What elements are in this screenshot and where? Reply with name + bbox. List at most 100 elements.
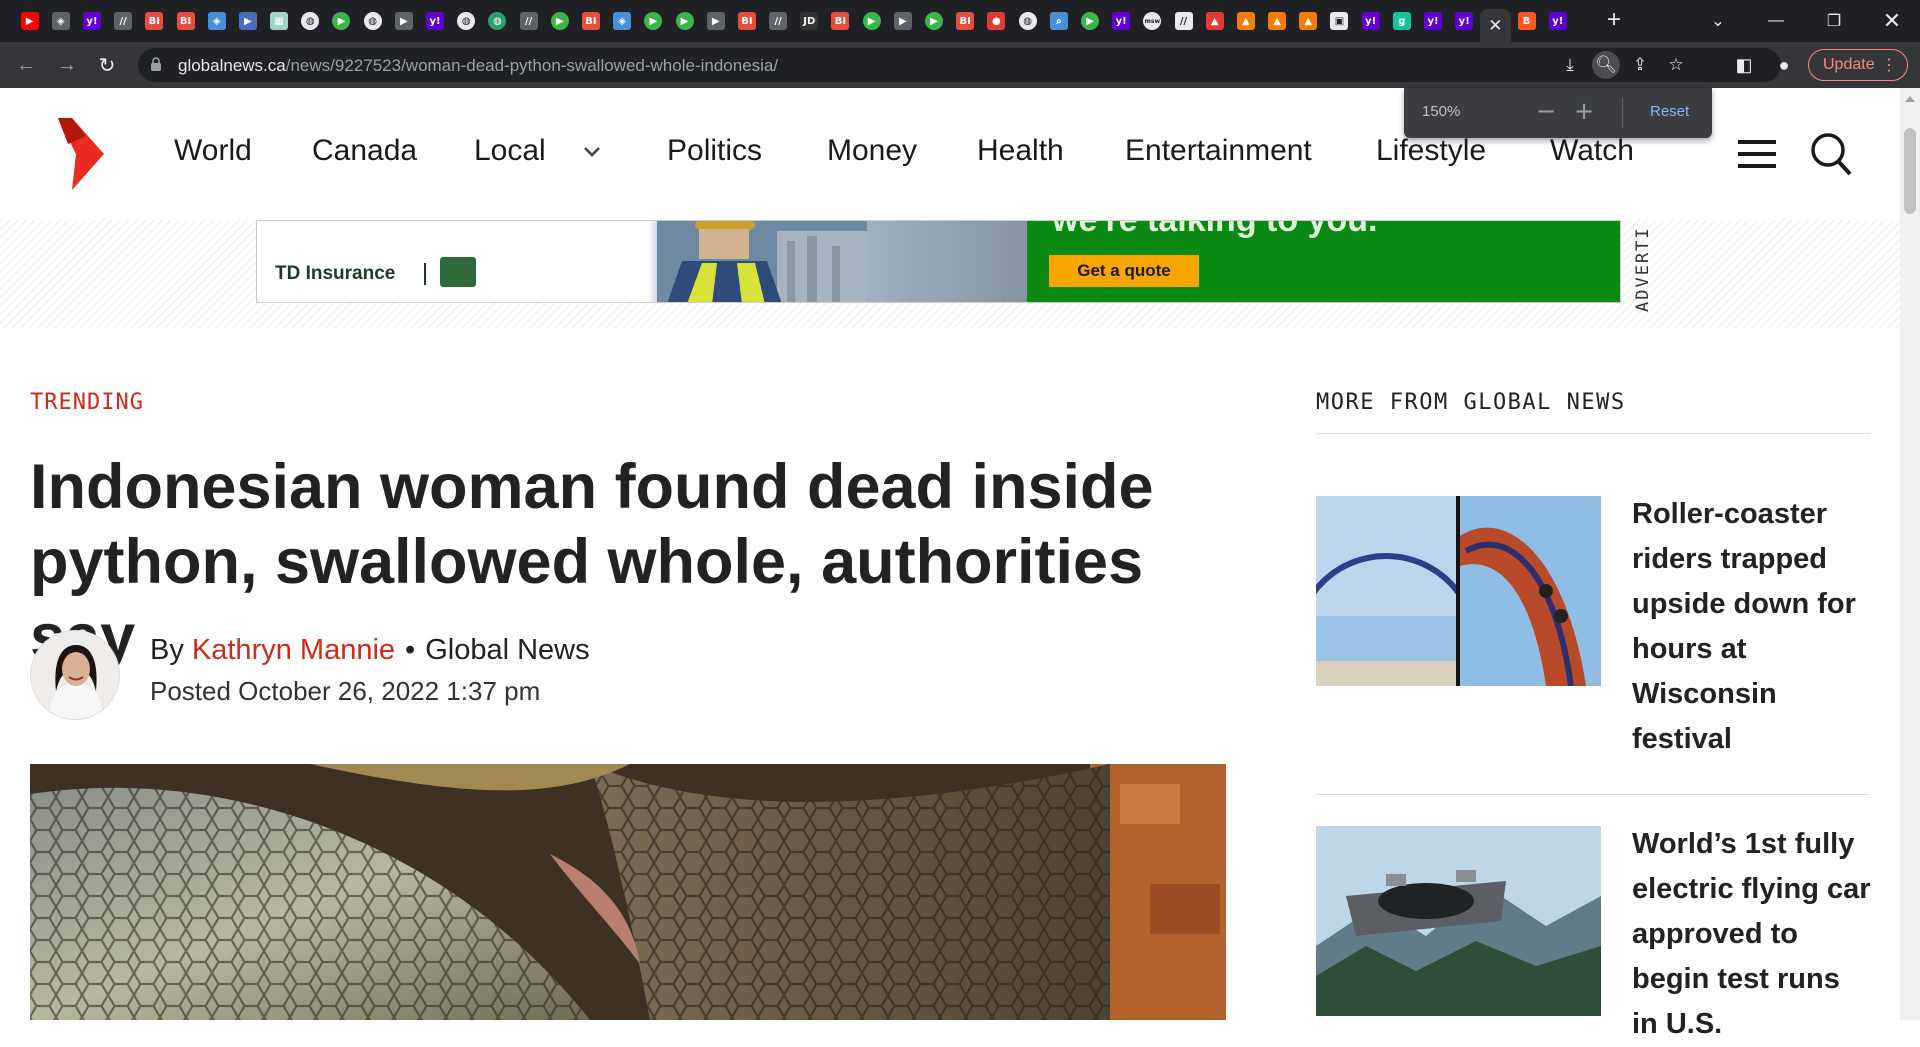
global-news-logo[interactable] (58, 118, 104, 190)
chevron-down-icon[interactable] (580, 140, 604, 164)
browser-tab[interactable]: ◍ (482, 9, 513, 33)
browser-tab[interactable]: y! (1417, 9, 1448, 33)
browser-tab[interactable]: y! (76, 9, 107, 33)
minimize-button[interactable]: — (1748, 0, 1804, 42)
story-title[interactable]: World’s 1st fully electric flying car ap… (1632, 822, 1872, 1047)
zoom-in-button[interactable]: + (1572, 97, 1596, 125)
yahoo-icon: y! (426, 12, 445, 30)
browser-tab[interactable]: ▶ (326, 9, 357, 33)
nav-money[interactable]: Money (827, 134, 917, 168)
browser-tab[interactable]: ▶ (700, 9, 731, 33)
browser-tab[interactable]: // (1168, 9, 1199, 33)
browser-tab[interactable]: BI (731, 9, 762, 33)
story-thumbnail[interactable] (1316, 826, 1601, 1016)
new-tab-button[interactable]: + (1600, 6, 1628, 34)
browser-tab[interactable]: ⌕ (1043, 9, 1074, 33)
browser-tab[interactable]: ◍ (357, 9, 388, 33)
menu-icon[interactable] (1738, 140, 1776, 170)
browser-tab[interactable]: ▲ (1230, 9, 1261, 33)
browser-tab[interactable]: ▲ (1293, 9, 1324, 33)
profile-icon[interactable]: ● (1772, 53, 1796, 77)
zoom-icon[interactable]: 🔍︎ (1592, 51, 1620, 79)
bookmark-star-icon[interactable]: ☆ (1664, 53, 1688, 77)
browser-tab[interactable]: BI (170, 9, 201, 33)
browser-tab[interactable]: BI (139, 9, 170, 33)
browser-tab[interactable]: y! (419, 9, 450, 33)
nav-politics[interactable]: Politics (667, 134, 762, 168)
browser-tab[interactable]: ▶ (856, 9, 887, 33)
nav-canada[interactable]: Canada (312, 134, 417, 168)
page-scrollbar[interactable] (1900, 88, 1920, 1020)
browser-tab[interactable]: ◈ (201, 9, 232, 33)
nav-health[interactable]: Health (977, 134, 1064, 168)
browser-tab[interactable]: y! (1449, 9, 1480, 33)
browser-tab[interactable]: y! (1542, 9, 1573, 33)
back-button[interactable]: ← (14, 53, 38, 77)
play-icon: ▶ (332, 12, 351, 30)
browser-tab[interactable]: ▶ (918, 9, 949, 33)
browser-tab[interactable]: ▶ (232, 9, 263, 33)
nav-world[interactable]: World (174, 134, 252, 168)
active-tab[interactable]: ✕ (1479, 9, 1511, 42)
tab-search-chevron-icon[interactable]: ⌄ (1690, 0, 1746, 42)
browser-tab[interactable]: y! (1106, 9, 1137, 33)
browser-tab[interactable]: ▶ (14, 9, 45, 33)
browser-tab[interactable]: ▣ (1324, 9, 1355, 33)
browser-tab[interactable]: y! (1355, 9, 1386, 33)
browser-tab[interactable]: ◈ (45, 9, 76, 33)
nav-watch[interactable]: Watch (1550, 134, 1634, 168)
search-icon: ⌕ (1049, 12, 1068, 30)
browser-tab[interactable]: ▲ (1262, 9, 1293, 33)
browser-tab[interactable]: ▦ (264, 9, 295, 33)
browser-tab[interactable]: g (1386, 9, 1417, 33)
browser-tab[interactable]: BI (950, 9, 981, 33)
browser-tab[interactable]: JD (794, 9, 825, 33)
browser-tab[interactable]: ◍ (1012, 9, 1043, 33)
browser-tab[interactable]: // (108, 9, 139, 33)
browser-tab[interactable]: msw (1137, 9, 1168, 33)
get-a-quote-button[interactable]: Get a quote (1049, 255, 1199, 287)
browser-tab[interactable]: ◍ (295, 9, 326, 33)
browser-tab[interactable]: ◍ (451, 9, 482, 33)
zoom-divider (1622, 98, 1623, 128)
author-avatar[interactable] (30, 630, 120, 720)
install-icon[interactable]: ⤓ (1558, 53, 1582, 77)
side-panel-icon[interactable]: ◧ (1732, 53, 1756, 77)
zoom-out-button[interactable]: − (1534, 97, 1558, 125)
story-title[interactable]: Roller-coaster riders trapped upside dow… (1632, 492, 1872, 762)
address-bar[interactable]: globalnews.ca/news/9227523/woman-dead-py… (138, 48, 1781, 82)
browser-tab[interactable]: // (763, 9, 794, 33)
browser-tab[interactable]: ▲ (1199, 9, 1230, 33)
nav-local[interactable]: Local (474, 134, 546, 168)
ad-banner[interactable]: TD Insurance we're talking to you. Get a… (256, 220, 1621, 303)
nav-entertainment[interactable]: Entertainment (1125, 134, 1312, 168)
browser-tab[interactable]: ▶ (887, 9, 918, 33)
browser-tab[interactable]: BI (825, 9, 856, 33)
browser-tab[interactable]: ◈ (607, 9, 638, 33)
browser-tab[interactable]: ▶ (544, 9, 575, 33)
browser-tab[interactable]: ▶ (1074, 9, 1105, 33)
share-icon[interactable]: ⇪ (1628, 53, 1652, 77)
forward-button[interactable]: → (55, 53, 79, 77)
browser-tab[interactable]: B (1511, 9, 1542, 33)
story-thumbnail[interactable] (1316, 496, 1601, 686)
search-icon[interactable] (1810, 132, 1852, 176)
update-button[interactable]: Update ⋮ (1808, 49, 1908, 81)
scrollbar-thumb[interactable] (1904, 128, 1916, 214)
browser-tab[interactable]: ▶ (388, 9, 419, 33)
browser-tab[interactable]: ● (981, 9, 1012, 33)
browser-tab[interactable]: // (513, 9, 544, 33)
restore-button[interactable]: ❐ (1806, 0, 1862, 42)
browser-tab[interactable]: ▶ (669, 9, 700, 33)
reload-button[interactable]: ↻ (95, 53, 119, 77)
browser-tab[interactable]: BI (575, 9, 606, 33)
scroll-up-arrow-icon[interactable] (1905, 96, 1915, 102)
author-link[interactable]: Kathryn Mannie (192, 634, 395, 666)
zoom-reset-button[interactable]: Reset (1650, 103, 1689, 120)
arrow-right-icon: ▶ (238, 12, 257, 30)
browser-tab[interactable]: ▶ (638, 9, 669, 33)
hero-image[interactable] (30, 764, 1226, 1020)
nav-lifestyle[interactable]: Lifestyle (1376, 134, 1486, 168)
trending-label[interactable]: TRENDING (30, 390, 144, 415)
close-window-button[interactable]: ✕ (1864, 0, 1920, 42)
